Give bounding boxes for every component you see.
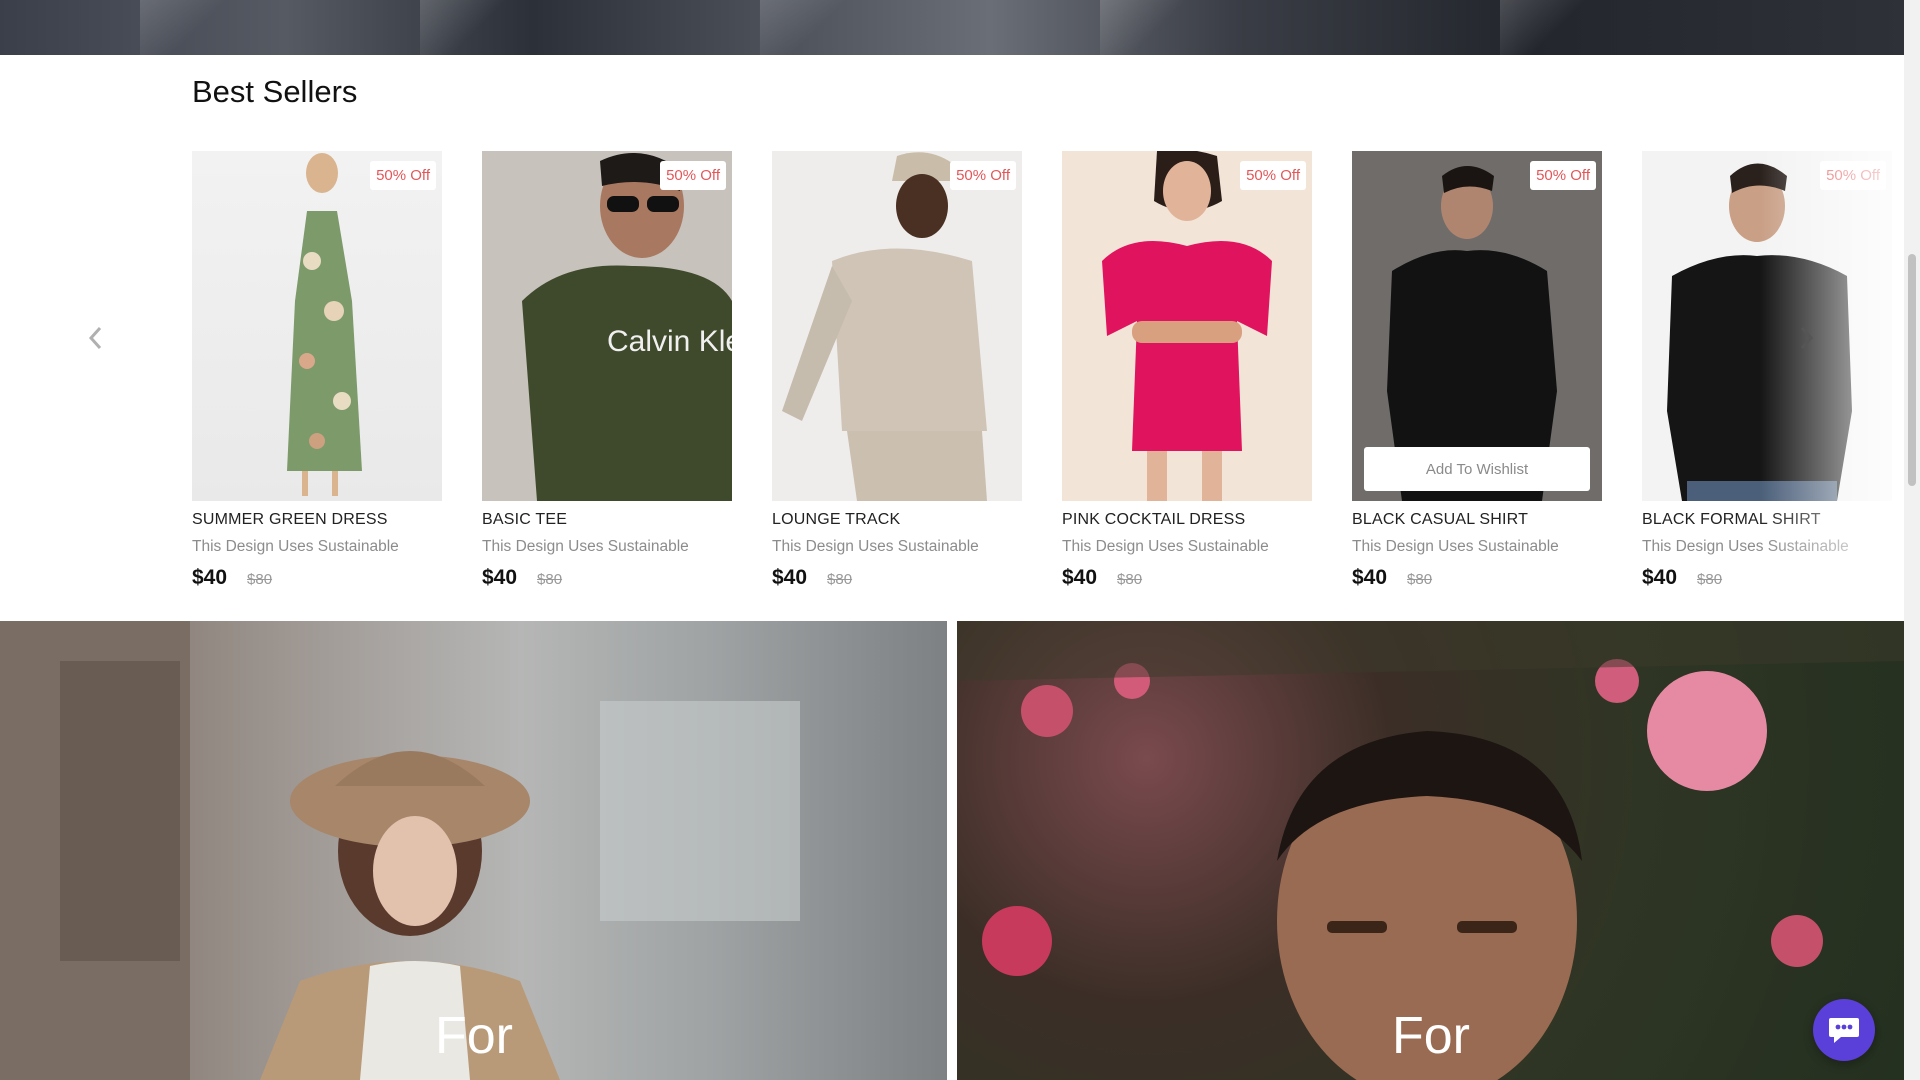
product-old-price: $80 — [247, 571, 273, 588]
product-price: $40 — [482, 566, 518, 589]
product-card[interactable]: 50% Off LOUNGE TRACK This Design Uses Su… — [772, 151, 1022, 590]
discount-badge: 50% Off — [370, 161, 436, 190]
discount-badge: 50% Off — [1820, 161, 1886, 190]
product-old-price: $80 — [537, 571, 563, 588]
product-old-price: $80 — [1117, 571, 1143, 588]
section-title: Best Sellers — [192, 74, 358, 109]
chevron-left-icon — [88, 326, 102, 350]
product-image[interactable]: Calvin Klei 50% Off — [482, 151, 732, 501]
chat-bubble-icon — [1829, 1018, 1859, 1043]
product-image[interactable]: 50% Off — [192, 151, 442, 501]
hero-banner-strip — [0, 0, 1904, 55]
svg-text:Calvin Klei: Calvin Klei — [607, 325, 732, 358]
men-category-banner[interactable]: For — [957, 621, 1904, 1080]
product-image[interactable]: 50% Off — [772, 151, 1022, 501]
product-image[interactable]: 50% Off — [1642, 151, 1892, 501]
product-price: $40 — [192, 566, 228, 589]
product-description: This Design Uses Sustainable — [482, 538, 689, 555]
product-image[interactable]: 50% Off Add To Wishlist — [1352, 151, 1602, 501]
product-image[interactable]: 50% Off — [1062, 151, 1312, 501]
product-name[interactable]: SUMMER GREEN DRESS — [192, 511, 442, 529]
product-price: $40 — [772, 566, 808, 589]
scrollbar-thumb[interactable] — [1908, 254, 1916, 486]
product-card[interactable]: Calvin Klei 50% Off BASIC TEE This Desig… — [482, 151, 732, 590]
chevron-right-icon — [1800, 326, 1814, 350]
discount-badge: 50% Off — [1240, 161, 1306, 190]
product-description: This Design Uses Sustainable — [192, 538, 399, 555]
product-description: This Design Uses Sustainable — [1352, 538, 1559, 555]
women-category-banner[interactable]: For — [0, 621, 947, 1080]
best-sellers-carousel: 50% Off SUMMER GREEN DRESS This Design U… — [192, 151, 1892, 601]
product-card[interactable]: 50% Off BLACK FORMAL SHIRT This Design U… — [1642, 151, 1892, 590]
discount-badge: 50% Off — [660, 161, 726, 190]
carousel-prev-button[interactable] — [80, 320, 112, 356]
men-banner-label: For — [1392, 1007, 1470, 1065]
product-description: This Design Uses Sustainable — [772, 538, 979, 555]
discount-badge: 50% Off — [950, 161, 1016, 190]
product-old-price: $80 — [827, 571, 853, 588]
product-name[interactable]: BLACK FORMAL SHIRT — [1642, 511, 1892, 529]
chat-button[interactable] — [1813, 999, 1875, 1061]
product-name[interactable]: PINK COCKTAIL DRESS — [1062, 511, 1312, 529]
women-banner-label: For — [435, 1007, 513, 1065]
carousel-next-button[interactable] — [1790, 320, 1822, 356]
discount-badge: 50% Off — [1530, 161, 1596, 190]
product-price: $40 — [1642, 566, 1678, 589]
product-card[interactable]: 50% Off Add To Wishlist BLACK CASUAL SHI… — [1352, 151, 1602, 590]
product-card[interactable]: 50% Off PINK COCKTAIL DRESS This Design … — [1062, 151, 1312, 590]
product-name[interactable]: BLACK CASUAL SHIRT — [1352, 511, 1602, 529]
product-price: $40 — [1352, 566, 1388, 589]
product-name[interactable]: BASIC TEE — [482, 511, 732, 529]
product-card[interactable]: 50% Off SUMMER GREEN DRESS This Design U… — [192, 151, 442, 590]
add-to-wishlist-button[interactable]: Add To Wishlist — [1364, 447, 1590, 491]
product-name[interactable]: LOUNGE TRACK — [772, 511, 1022, 529]
product-old-price: $80 — [1407, 571, 1433, 588]
product-price: $40 — [1062, 566, 1098, 589]
page-scrollbar[interactable] — [1904, 0, 1920, 1080]
product-old-price: $80 — [1697, 571, 1723, 588]
product-description: This Design Uses Sustainable — [1062, 538, 1269, 555]
product-description: This Design Uses Sustainable — [1642, 538, 1849, 555]
